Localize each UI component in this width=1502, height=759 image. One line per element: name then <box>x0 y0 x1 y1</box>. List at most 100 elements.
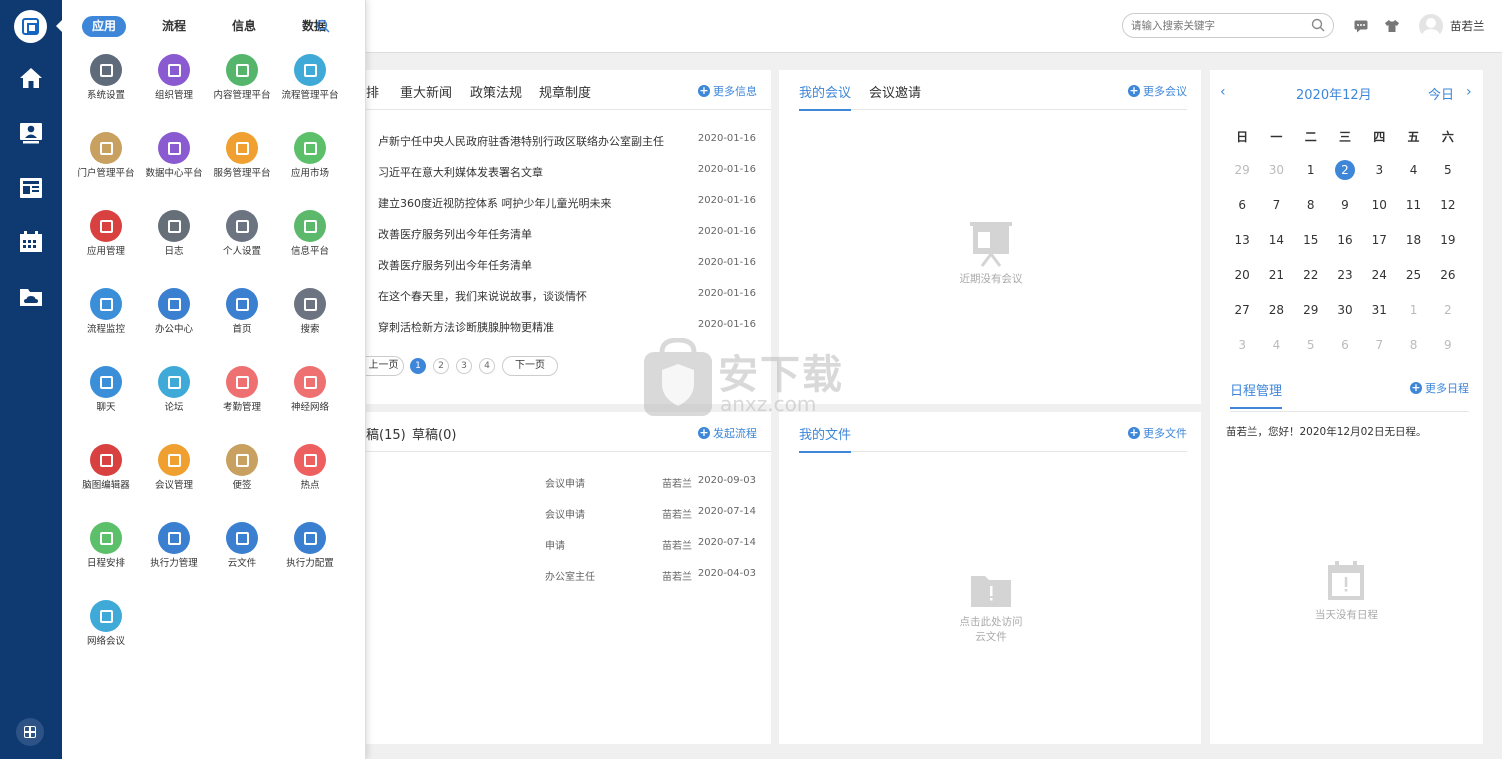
calendar-day[interactable]: 9 <box>1431 338 1465 373</box>
app-tile[interactable]: 聊天 <box>72 366 140 426</box>
calendar-day[interactable]: 22 <box>1294 268 1328 303</box>
calendar-day[interactable]: 23 <box>1328 268 1362 303</box>
calendar-day[interactable]: 4 <box>1259 338 1293 373</box>
app-tile[interactable]: 个人设置 <box>208 210 276 270</box>
calendar-day[interactable]: 31 <box>1362 303 1396 338</box>
app-tile[interactable]: 应用市场 <box>276 132 344 192</box>
app-tile[interactable]: 服务管理平台 <box>208 132 276 192</box>
calendar-icon[interactable] <box>19 231 43 253</box>
office-user-icon[interactable] <box>19 122 43 144</box>
app-tile[interactable]: 会议管理 <box>140 444 208 504</box>
app-tile[interactable]: 云文件 <box>208 522 276 582</box>
calendar-day[interactable]: 4 <box>1396 163 1430 198</box>
app-tile[interactable]: 组织管理 <box>140 54 208 114</box>
app-tile[interactable]: 办公中心 <box>140 288 208 348</box>
app-tile[interactable]: 网络会议 <box>72 600 140 660</box>
next-page-button[interactable]: 下一页 <box>502 356 558 376</box>
drawer-tab-info[interactable]: 信息 <box>222 16 266 37</box>
more-files-link[interactable]: + 更多文件 <box>1128 425 1187 441</box>
calendar-day[interactable]: 6 <box>1225 198 1259 233</box>
tab-my-meetings[interactable]: 我的会议 <box>799 82 852 111</box>
drawer-tab-apps[interactable]: 应用 <box>82 15 127 37</box>
calendar-day[interactable]: 11 <box>1396 198 1430 233</box>
start-flow-link[interactable]: + 发起流程 <box>698 425 757 441</box>
prev-month-icon[interactable]: ‹ <box>1220 84 1226 100</box>
calendar-day[interactable]: 5 <box>1431 163 1465 198</box>
app-tile[interactable]: 数据中心平台 <box>140 132 208 192</box>
app-tile[interactable]: 首页 <box>208 288 276 348</box>
app-tile[interactable]: 日志 <box>140 210 208 270</box>
calendar-day[interactable]: 15 <box>1294 233 1328 268</box>
drawer-tab-flow[interactable]: 流程 <box>152 16 196 37</box>
grid-apps-button[interactable] <box>16 718 44 746</box>
app-tile[interactable]: 内容管理平台 <box>208 54 276 114</box>
user-name[interactable]: 苗若兰 <box>1450 18 1485 34</box>
calendar-day[interactable]: 3 <box>1225 338 1259 373</box>
calendar-day[interactable]: 20 <box>1225 268 1259 303</box>
calendar-day[interactable]: 19 <box>1431 233 1465 268</box>
calendar-day[interactable]: 7 <box>1362 338 1396 373</box>
search-input[interactable] <box>1122 13 1334 38</box>
calendar-day[interactable]: 14 <box>1259 233 1293 268</box>
page-number[interactable]: 2 <box>433 358 449 374</box>
app-tile[interactable]: 脑图编辑器 <box>72 444 140 504</box>
cloud-folder-icon[interactable] <box>19 286 43 308</box>
tab-my-files[interactable]: 我的文件 <box>799 424 852 453</box>
calendar-day[interactable]: 28 <box>1259 303 1293 338</box>
app-tile[interactable]: 门户管理平台 <box>72 132 140 192</box>
calendar-day[interactable]: 17 <box>1362 233 1396 268</box>
app-tile[interactable]: 日程安排 <box>72 522 140 582</box>
drawer-search-icon[interactable] <box>316 19 330 33</box>
calendar-day[interactable]: 18 <box>1396 233 1430 268</box>
calendar-day[interactable]: 25 <box>1396 268 1430 303</box>
app-tile[interactable]: 执行力管理 <box>140 522 208 582</box>
calendar-day[interactable]: 30 <box>1328 303 1362 338</box>
calendar-day[interactable]: 5 <box>1294 338 1328 373</box>
calendar-day[interactable]: 2 <box>1431 303 1465 338</box>
today-button[interactable]: 今日 <box>1428 84 1454 103</box>
app-tile[interactable]: 考勤管理 <box>208 366 276 426</box>
calendar-day[interactable]: 30 <box>1259 163 1293 198</box>
cloud-file-link[interactable]: 点击此处访问 云文件 <box>929 615 1053 645</box>
page-number[interactable]: 4 <box>479 358 495 374</box>
calendar-day[interactable]: 7 <box>1259 198 1293 233</box>
calendar-day[interactable]: 29 <box>1294 303 1328 338</box>
home-icon[interactable] <box>19 67 43 89</box>
calendar-day[interactable]: 10 <box>1362 198 1396 233</box>
more-meetings-link[interactable]: + 更多会议 <box>1128 83 1187 99</box>
message-icon[interactable] <box>1353 18 1369 34</box>
app-tile[interactable]: 便签 <box>208 444 276 504</box>
calendar-day[interactable]: 16 <box>1328 233 1362 268</box>
app-tile[interactable]: 论坛 <box>140 366 208 426</box>
more-schedule-link[interactable]: + 更多日程 <box>1410 380 1469 396</box>
user-avatar[interactable] <box>1419 14 1443 38</box>
tab-meeting-invites[interactable]: 会议邀请 <box>869 82 921 101</box>
tab-policy[interactable]: 政策法规 <box>470 82 522 101</box>
tab-major-news[interactable]: 重大新闻 <box>400 82 452 101</box>
tab-news-partial[interactable]: 排 <box>366 82 379 101</box>
calendar-day[interactable]: 2 <box>1328 160 1362 198</box>
app-tile[interactable]: 流程管理平台 <box>276 54 344 114</box>
calendar-day[interactable]: 8 <box>1396 338 1430 373</box>
tab-flow-partial[interactable]: 稿(15) <box>366 424 406 443</box>
tab-draft[interactable]: 草稿(0) <box>412 424 456 443</box>
calendar-day[interactable]: 1 <box>1294 163 1328 198</box>
app-tile[interactable]: 执行力配置 <box>276 522 344 582</box>
calendar-day[interactable]: 6 <box>1328 338 1362 373</box>
more-news-link[interactable]: + 更多信息 <box>698 83 757 99</box>
app-tile[interactable]: 信息平台 <box>276 210 344 270</box>
next-month-icon[interactable]: › <box>1466 84 1472 100</box>
app-tile[interactable]: 系统设置 <box>72 54 140 114</box>
app-tile[interactable]: 应用管理 <box>72 210 140 270</box>
calendar-day[interactable]: 9 <box>1328 198 1362 233</box>
page-number[interactable]: 1 <box>410 358 426 374</box>
app-tile[interactable]: 搜索 <box>276 288 344 348</box>
calendar-day[interactable]: 1 <box>1396 303 1430 338</box>
app-tile[interactable]: 热点 <box>276 444 344 504</box>
calendar-day[interactable]: 13 <box>1225 233 1259 268</box>
app-tile[interactable]: 神经网络 <box>276 366 344 426</box>
calendar-day[interactable]: 24 <box>1362 268 1396 303</box>
calendar-day[interactable]: 12 <box>1431 198 1465 233</box>
page-number[interactable]: 3 <box>456 358 472 374</box>
calendar-day[interactable]: 21 <box>1259 268 1293 303</box>
